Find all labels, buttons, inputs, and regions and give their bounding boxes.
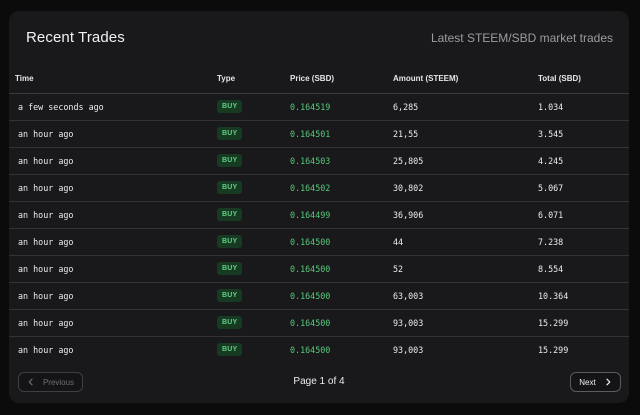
- trade-total: 7.238: [538, 228, 629, 256]
- trade-amount: 36,906: [393, 201, 538, 229]
- column-header-amount: Amount (STEEM): [393, 64, 538, 94]
- next-button[interactable]: Next: [570, 372, 621, 392]
- pagination-bar: Previous Page 1 of 4 Next: [9, 363, 629, 403]
- trade-type-badge: BUY: [217, 289, 243, 302]
- trade-total: 1.034: [538, 93, 629, 121]
- trade-type: BUY: [217, 255, 290, 283]
- trade-type-badge: BUY: [217, 208, 243, 221]
- trade-total: 3.545: [538, 120, 629, 148]
- column-header-price: Price (SBD): [290, 64, 393, 94]
- trade-amount: 6,285: [393, 93, 538, 121]
- trade-price: 0.164519: [290, 93, 393, 121]
- trade-type-badge: BUY: [217, 235, 243, 248]
- trade-type: BUY: [217, 282, 290, 310]
- trade-price: 0.164502: [290, 174, 393, 202]
- trade-time: an hour ago: [9, 201, 217, 229]
- trade-type: BUY: [217, 309, 290, 337]
- table-row: an hour ago BUY 0.164500 63,003 10.364: [9, 282, 629, 310]
- trade-time: an hour ago: [9, 309, 217, 337]
- card-title: Recent Trades: [26, 29, 125, 46]
- table-row: an hour ago BUY 0.164500 44 7.238: [9, 228, 629, 256]
- trade-total: 8.554: [538, 255, 629, 283]
- table-row: an hour ago BUY 0.164502 30,802 5.067: [9, 174, 629, 202]
- trade-time: an hour ago: [9, 255, 217, 283]
- trade-amount: 93,003: [393, 309, 538, 337]
- table-row: a few seconds ago BUY 0.164519 6,285 1.034: [9, 93, 629, 121]
- trade-total: 15.299: [538, 344, 569, 355]
- trade-total: 10.364: [538, 282, 629, 310]
- trade-time: an hour ago: [9, 228, 217, 256]
- trade-price: 0.164501: [290, 120, 393, 148]
- trade-type-badge: BUY: [217, 100, 243, 113]
- column-header-type: Type: [217, 64, 290, 94]
- trade-time: an hour ago: [9, 174, 217, 202]
- trade-price: 0.164499: [290, 201, 393, 229]
- trade-time: an hour ago: [18, 344, 74, 355]
- trade-time: an hour ago: [9, 120, 217, 148]
- trade-amount: 52: [393, 255, 538, 283]
- trade-type: BUY: [217, 93, 290, 121]
- trade-price: 0.164500: [290, 344, 331, 355]
- trade-amount: 44: [393, 228, 538, 256]
- trade-total: 15.299: [538, 309, 629, 337]
- trade-total: 4.245: [538, 147, 629, 175]
- table-header-row: Time Type Price (SBD) Amount (STEEM) Tot…: [9, 64, 629, 94]
- trade-amount: 63,003: [393, 282, 538, 310]
- trade-type-badge: BUY: [217, 262, 243, 275]
- trade-type: BUY: [217, 228, 290, 256]
- column-header-time: Time: [9, 64, 217, 94]
- trade-type: BUY: [217, 147, 290, 175]
- trades-table: Time Type Price (SBD) Amount (STEEM) Tot…: [9, 64, 629, 363]
- trade-price: 0.164500: [290, 282, 393, 310]
- trade-type-badge: BUY: [217, 127, 243, 140]
- recent-trades-card: Recent Trades Latest STEEM/SBD market tr…: [9, 11, 629, 403]
- table-row: an hour ago BUY 0.164500 52 8.554: [9, 255, 629, 283]
- trade-time: an hour ago: [9, 282, 217, 310]
- trade-type: BUY: [217, 201, 290, 229]
- trade-type-badge: BUY: [217, 343, 243, 357]
- trade-type-badge: BUY: [217, 316, 243, 329]
- trade-type-badge: BUY: [217, 181, 243, 194]
- next-button-label: Next: [579, 377, 596, 387]
- chevron-right-icon: [604, 378, 612, 386]
- trade-total: 6.071: [538, 201, 629, 229]
- column-header-total: Total (SBD): [538, 64, 629, 94]
- card-header: Recent Trades Latest STEEM/SBD market tr…: [9, 11, 629, 65]
- trade-price: 0.164500: [290, 228, 393, 256]
- trade-time: a few seconds ago: [9, 93, 217, 121]
- trade-price: 0.164500: [290, 255, 393, 283]
- trade-type-badge: BUY: [217, 154, 243, 167]
- trade-total: 5.067: [538, 174, 629, 202]
- table-row: an hour ago BUY 0.164500 93,003 15.299: [9, 336, 629, 363]
- trade-time: an hour ago: [9, 147, 217, 175]
- trade-type: BUY: [217, 174, 290, 202]
- table-row: an hour ago BUY 0.164503 25,805 4.245: [9, 147, 629, 175]
- trade-price: 0.164503: [290, 147, 393, 175]
- trade-amount: 25,805: [393, 147, 538, 175]
- table-row: an hour ago BUY 0.164499 36,906 6.071: [9, 201, 629, 229]
- trade-price: 0.164500: [290, 309, 393, 337]
- trade-amount: 93,003: [393, 344, 424, 355]
- table-row: an hour ago BUY 0.164501 21,55 3.545: [9, 120, 629, 148]
- trades-table-body: a few seconds ago BUY 0.164519 6,285 1.034 an…: [9, 93, 629, 363]
- trade-amount: 21,55: [393, 120, 538, 148]
- card-subtitle: Latest STEEM/SBD market trades: [430, 31, 613, 45]
- page-indicator: Page 1 of 4: [293, 376, 345, 387]
- trade-type: BUY: [217, 120, 290, 148]
- table-row: an hour ago BUY 0.164500 93,003 15.299: [9, 309, 629, 337]
- trade-amount: 30,802: [393, 174, 538, 202]
- trade-type: BUY: [217, 336, 290, 363]
